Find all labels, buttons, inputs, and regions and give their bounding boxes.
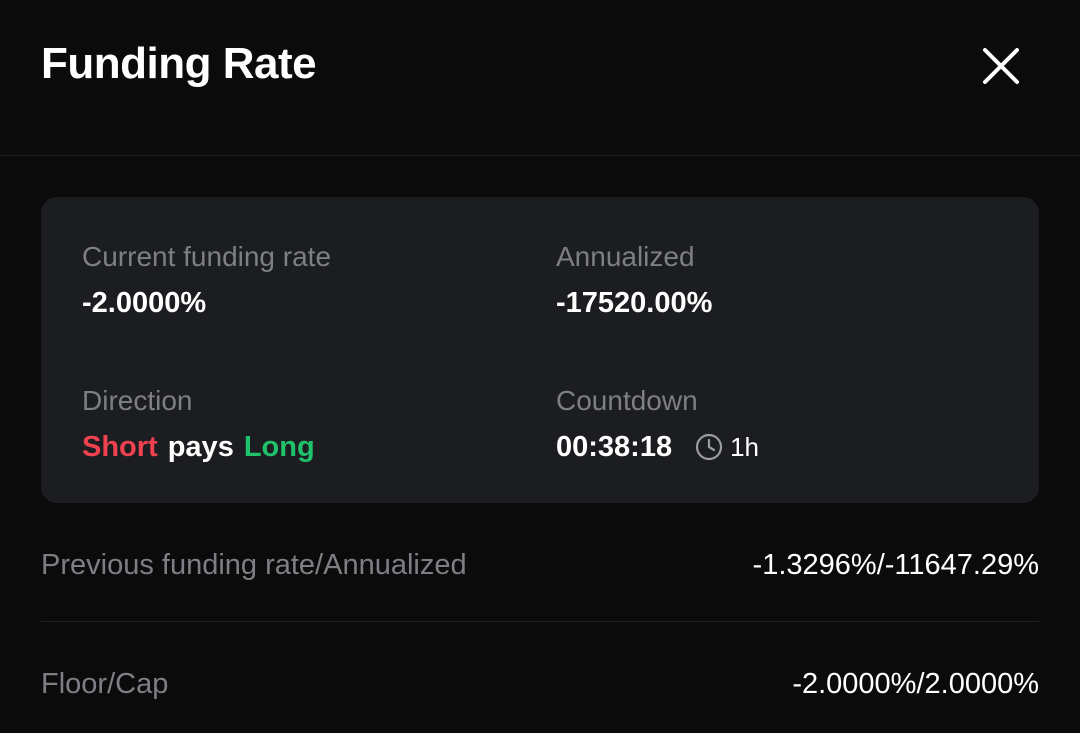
header-divider <box>0 155 1080 156</box>
direction-label: Direction <box>82 385 193 416</box>
annualized-rate: Annualized -17520.00% <box>556 239 712 321</box>
direction-value: Short pays Long <box>82 429 315 465</box>
direction: Direction Short pays Long <box>82 383 315 465</box>
direction-long: Long <box>243 431 315 463</box>
current-funding-rate-value: -2.0000% <box>82 287 207 319</box>
modal-title: Funding Rate <box>41 39 317 88</box>
funding-interval: 1h <box>694 429 759 465</box>
funding-summary-card: Current funding rate -2.0000% Annualized… <box>41 197 1039 503</box>
countdown-value-row: 00:38:18 1h <box>556 429 759 465</box>
countdown-value: 00:38:18 <box>556 431 673 463</box>
previous-rate-label: Previous funding rate/Annualized <box>41 549 467 581</box>
detail-row-floor-cap: Floor/Cap -2.0000%/2.0000% <box>41 654 1039 714</box>
close-icon <box>983 48 1019 84</box>
clock-icon <box>695 433 723 461</box>
countdown: Countdown 00:38:18 1h <box>556 383 759 465</box>
funding-interval-value: 1h <box>730 432 760 462</box>
direction-pays: pays <box>167 431 234 463</box>
row-divider <box>41 621 1039 622</box>
annualized-value: -17520.00% <box>556 287 713 319</box>
direction-short: Short <box>82 431 158 463</box>
detail-row-previous-rate: Previous funding rate/Annualized -1.3296… <box>41 535 1039 595</box>
modal-header: Funding Rate <box>0 0 1080 155</box>
countdown-label: Countdown <box>556 385 698 416</box>
current-funding-rate-label: Current funding rate <box>82 241 332 272</box>
close-button[interactable] <box>975 40 1027 92</box>
floor-cap-label: Floor/Cap <box>41 668 169 700</box>
current-funding-rate: Current funding rate -2.0000% <box>82 239 331 321</box>
previous-rate-value: -1.3296%/-11647.29% <box>752 549 1039 581</box>
annualized-label: Annualized <box>556 241 695 272</box>
floor-cap-value: -2.0000%/2.0000% <box>792 668 1039 700</box>
